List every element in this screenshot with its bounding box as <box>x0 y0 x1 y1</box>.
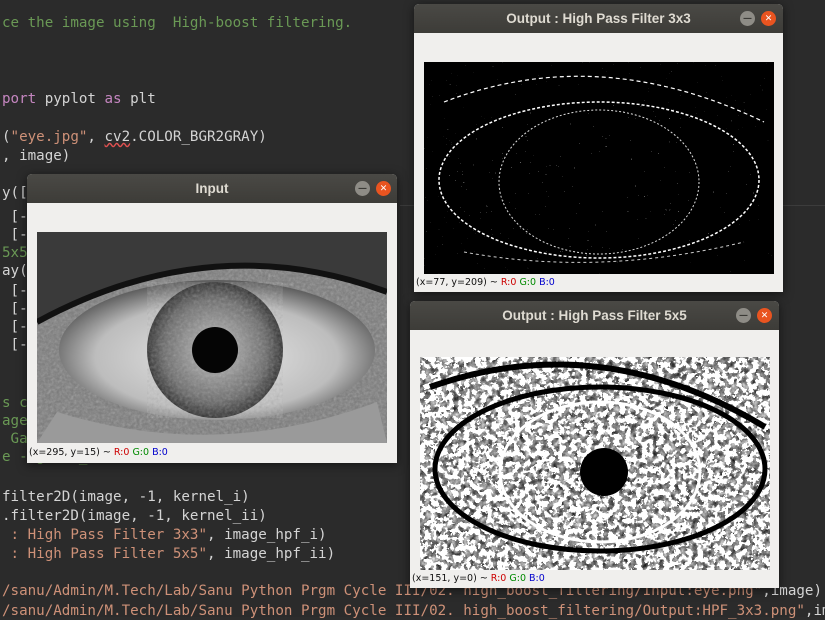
window-title: Input <box>195 181 229 196</box>
green-value: G:0 <box>132 447 150 458</box>
minimize-icon: — <box>358 183 367 194</box>
code-token: ay( <box>2 263 28 279</box>
code-line: Ga <box>2 430 28 448</box>
code-line: /sanu/Admin/M.Tech/Lab/Sanu Python Prgm … <box>2 602 825 620</box>
cursor-coordinates: (x=295, y=15) ~ <box>29 447 114 458</box>
code-line: .filter2D(image, -1, kernel_ii) <box>2 507 267 525</box>
window-title: Output : High Pass Filter 5x5 <box>502 308 687 323</box>
code-token: : High Pass Filter 3x3" <box>2 527 207 543</box>
code-line: : High Pass Filter 5x5", image_hpf_ii) <box>2 545 336 563</box>
minimize-icon: — <box>739 310 748 321</box>
code-token: [- <box>2 337 28 353</box>
image-canvas-input[interactable] <box>37 232 387 443</box>
minimize-icon: — <box>743 13 752 24</box>
red-value: R:0 <box>113 447 130 458</box>
window-hpf-5x5[interactable]: Output : High Pass Filter 5x5 — ✕ (x=151… <box>410 301 779 588</box>
code-token: pyplot <box>44 91 105 107</box>
code-token: filter2D(image, -1, kernel_i) <box>2 489 250 505</box>
eye-edges-image <box>420 357 770 570</box>
code-token: .COLOR_BGR2GRAY) <box>130 129 267 145</box>
code-line: : High Pass Filter 3x3", image_hpf_i) <box>2 526 327 544</box>
code-line: [- <box>2 208 28 226</box>
code-token: , image_hpf_ii) <box>207 546 336 562</box>
code-line: filter2D(image, -1, kernel_i) <box>2 488 250 506</box>
code-line: 5x5 <box>2 244 28 262</box>
blue-value: B:0 <box>539 277 555 288</box>
code-line: , image) <box>2 147 70 165</box>
code-line: [- <box>2 226 28 244</box>
code-token: s c <box>2 395 28 411</box>
window-toolbar-area <box>410 330 779 353</box>
code-token: , image) <box>2 148 71 164</box>
red-value: R:0 <box>490 573 507 584</box>
close-icon: ✕ <box>764 13 773 24</box>
close-button[interactable]: ✕ <box>376 181 391 196</box>
code-line: [- <box>2 336 28 354</box>
green-value: G:0 <box>519 277 537 288</box>
code-token: 5x5 <box>2 245 28 261</box>
window-hpf-3x3[interactable]: Output : High Pass Filter 3x3 — ✕ (x=77,… <box>414 4 783 292</box>
code-line: port pyplot as plt <box>2 90 156 108</box>
code-token: , image_hpf_i) <box>207 527 327 543</box>
minimize-button[interactable]: — <box>740 11 755 26</box>
close-button[interactable]: ✕ <box>757 308 772 323</box>
code-line: [- <box>2 282 28 300</box>
code-line: y([ <box>2 184 28 202</box>
code-line: ay( <box>2 262 28 280</box>
code-token: cv2 <box>104 129 131 145</box>
window-title: Output : High Pass Filter 3x3 <box>506 11 691 26</box>
blue-value: B:0 <box>529 573 545 584</box>
image-canvas-hpf-3x3[interactable] <box>424 62 774 274</box>
image-canvas-hpf-5x5[interactable] <box>420 357 770 570</box>
code-token: .filter2D(image, -1, kernel_ii) <box>2 508 267 524</box>
eye-edges-image <box>424 62 774 274</box>
code-token: age <box>2 413 28 429</box>
close-icon: ✕ <box>760 310 769 321</box>
status-bar: (x=77, y=209) ~ R:0 G:0 B:0 <box>416 277 555 291</box>
code-token: [- <box>2 301 28 317</box>
code-token: [- <box>2 209 28 225</box>
status-bar: (x=295, y=15) ~ R:0 G:0 B:0 <box>29 447 168 461</box>
minimize-button[interactable]: — <box>355 181 370 196</box>
code-token: y([ <box>2 185 28 201</box>
code-token: port <box>2 91 45 107</box>
code-token: [- <box>2 319 28 335</box>
code-token: "eye.jpg" <box>10 129 88 145</box>
code-token: [- <box>2 283 28 299</box>
code-line: ce the image using High-boost filtering. <box>2 14 352 32</box>
window-titlebar[interactable]: Output : High Pass Filter 5x5 — ✕ <box>410 301 779 330</box>
window-titlebar[interactable]: Output : High Pass Filter 3x3 — ✕ <box>414 4 783 33</box>
code-line: [- <box>2 300 28 318</box>
window-toolbar-area <box>414 33 783 56</box>
code-token: as <box>104 91 131 107</box>
code-token: Ga <box>2 431 28 447</box>
code-token: , <box>87 129 105 145</box>
code-token: plt <box>130 91 156 107</box>
code-line: age <box>2 412 28 430</box>
window-titlebar[interactable]: Input — ✕ <box>27 174 397 203</box>
status-bar: (x=151, y=0) ~ R:0 G:0 B:0 <box>412 573 545 587</box>
minimize-button[interactable]: — <box>736 308 751 323</box>
close-button[interactable]: ✕ <box>761 11 776 26</box>
green-value: G:0 <box>509 573 526 584</box>
code-line: [- <box>2 318 28 336</box>
blue-value: B:0 <box>152 447 168 458</box>
code-token: ce the image using High-boost filtering. <box>2 15 353 31</box>
code-token: : High Pass Filter 5x5" <box>2 546 207 562</box>
code-line: ("eye.jpg", cv2.COLOR_BGR2GRAY) <box>2 128 267 146</box>
close-icon: ✕ <box>379 183 388 194</box>
red-value: R:0 <box>500 277 517 288</box>
code-token: [- <box>2 227 28 243</box>
window-toolbar-area <box>27 203 397 226</box>
eye-photo-image <box>37 232 387 443</box>
code-token: ( <box>2 129 11 145</box>
window-input[interactable]: Input — ✕ (x=295, y=15) ~ R:0 G:0 B:0 <box>27 174 397 463</box>
cursor-coordinates: (x=77, y=209) ~ <box>416 277 501 288</box>
cursor-coordinates: (x=151, y=0) ~ <box>412 573 491 584</box>
